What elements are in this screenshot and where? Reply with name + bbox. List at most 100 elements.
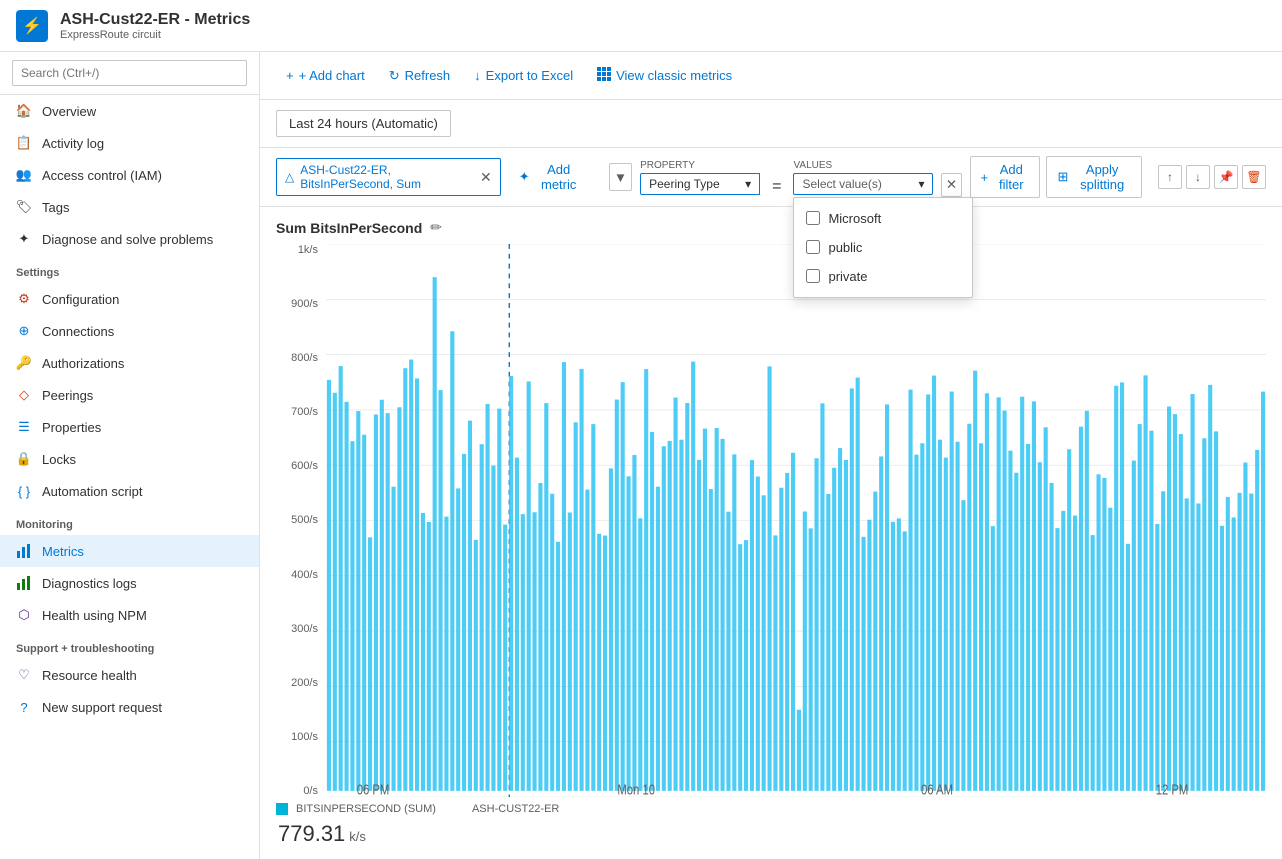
sidebar-item-iam[interactable]: 👥 Access control (IAM)	[0, 159, 259, 191]
sidebar-item-tags[interactable]: 🏷 Tags	[0, 191, 259, 223]
sidebar-item-activity-log[interactable]: 📋 Activity log	[0, 127, 259, 159]
metric-triangle-icon: △	[285, 170, 294, 184]
export-excel-button[interactable]: ↓ Export to Excel	[464, 63, 583, 88]
app-icon: ⚡	[16, 10, 48, 42]
sidebar-search-wrapper	[0, 52, 259, 95]
chart-area: Sum BitsInPerSecond ✏ 1k/s 900/s 800/s 7…	[260, 207, 1282, 859]
filter-bar: Last 24 hours (Automatic)	[260, 100, 1282, 148]
apply-splitting-button[interactable]: ⊞ Apply splitting	[1046, 156, 1142, 198]
search-input[interactable]	[12, 60, 247, 86]
page-subtitle: ExpressRoute circuit	[60, 29, 250, 41]
sidebar-item-label: Metrics	[42, 544, 84, 559]
section-support: Support + troubleshooting	[0, 631, 259, 659]
sidebar-item-diagnostics-logs[interactable]: Diagnostics logs	[0, 567, 259, 599]
export-icon: ↓	[474, 68, 481, 83]
dropdown-item-label: public	[828, 240, 862, 255]
sidebar-item-resource-health[interactable]: ♡ Resource health	[0, 659, 259, 691]
export-label: Export to Excel	[486, 68, 573, 83]
metric-filter-row: △ ASH-Cust22-ER, BitsInPerSecond, Sum ✕ …	[260, 148, 1282, 207]
metrics-icon	[16, 543, 32, 559]
values-dropdown[interactable]: Select value(s) ▾	[793, 173, 933, 195]
chart-delete-button[interactable]: 🗑	[1242, 165, 1266, 189]
add-chart-button[interactable]: + + Add chart	[276, 63, 375, 88]
sidebar-item-connections[interactable]: ⊕ Connections	[0, 315, 259, 347]
legend-series-subtitle: ASH-CUST22-ER	[472, 803, 559, 815]
sidebar-item-diagnose[interactable]: ✦ Diagnose and solve problems	[0, 223, 259, 255]
action-buttons: + Add filter ⊞ Apply splitting	[970, 156, 1142, 198]
public-checkbox[interactable]	[806, 240, 820, 254]
chart-up-button[interactable]: ↑	[1158, 165, 1182, 189]
clear-values-button[interactable]: ✕	[941, 173, 961, 197]
time-range-button[interactable]: Last 24 hours (Automatic)	[276, 110, 451, 137]
connections-icon: ⊕	[16, 323, 32, 339]
metric-tag-close[interactable]: ✕	[480, 169, 492, 186]
dropdown-item-microsoft[interactable]: Microsoft	[794, 204, 972, 233]
y-label-0: 1k/s	[298, 244, 318, 256]
chart-pin-button[interactable]: 📌	[1214, 165, 1238, 189]
sidebar-item-overview[interactable]: 🏠 Overview	[0, 95, 259, 127]
property-value: Peering Type	[649, 177, 720, 191]
sidebar-item-automation[interactable]: { } Automation script	[0, 475, 259, 507]
sidebar-item-locks[interactable]: 🔒 Locks	[0, 443, 259, 475]
y-label-1: 900/s	[291, 298, 318, 310]
chart-title: Sum BitsInPerSecond	[276, 220, 422, 236]
chart-edit-icon[interactable]: ✏	[430, 219, 442, 236]
sidebar-item-label: Access control (IAM)	[42, 168, 162, 183]
sidebar-item-label: Locks	[42, 452, 76, 467]
refresh-button[interactable]: ↻ Refresh	[379, 63, 460, 89]
chart-down-button[interactable]: ↓	[1186, 165, 1210, 189]
main-layout: 🏠 Overview 📋 Activity log 👥 Access contr…	[0, 52, 1282, 859]
y-label-9: 100/s	[291, 731, 318, 743]
app-header: ⚡ ASH-Cust22-ER - Metrics ExpressRoute c…	[0, 0, 1282, 52]
section-settings: Settings	[0, 255, 259, 283]
sidebar-item-support-request[interactable]: ? New support request	[0, 691, 259, 723]
sidebar-item-authorizations[interactable]: 🔑 Authorizations	[0, 347, 259, 379]
y-label-5: 500/s	[291, 514, 318, 526]
chart-svg: 06 PM Mon 10 06 AM 12 PM	[326, 244, 1266, 797]
sidebar-item-label: Resource health	[42, 668, 137, 683]
chart-container: 1k/s 900/s 800/s 700/s 600/s 500/s 400/s…	[276, 244, 1266, 797]
automation-icon: { }	[16, 483, 32, 499]
view-classic-button[interactable]: View classic metrics	[587, 62, 742, 89]
add-chart-icon: +	[286, 68, 294, 83]
chart-legend: BITSINPERSECOND (SUM) ASH-CUST22-ER	[276, 797, 1266, 821]
sidebar-item-metrics[interactable]: Metrics	[0, 535, 259, 567]
sidebar-item-peerings[interactable]: ◇ Peerings	[0, 379, 259, 411]
y-axis: 1k/s 900/s 800/s 700/s 600/s 500/s 400/s…	[276, 244, 326, 797]
add-metric-label: Add metric	[535, 162, 583, 192]
dropdown-item-public[interactable]: public	[794, 233, 972, 262]
y-label-6: 400/s	[291, 569, 318, 581]
dropdown-item-private[interactable]: private	[794, 262, 972, 291]
sidebar-item-configuration[interactable]: ⚙ Configuration	[0, 283, 259, 315]
header-title-group: ASH-Cust22-ER - Metrics ExpressRoute cir…	[60, 11, 250, 41]
time-range-label: Last 24 hours (Automatic)	[289, 116, 438, 131]
sidebar-item-label: Diagnostics logs	[42, 576, 137, 591]
legend-unit: k/s	[349, 829, 366, 844]
values-label: VALUES	[793, 160, 933, 171]
view-classic-label: View classic metrics	[616, 68, 732, 83]
svg-text:Mon 10: Mon 10	[617, 781, 655, 797]
apply-splitting-label: Apply splitting	[1073, 162, 1131, 192]
overview-icon: 🏠	[16, 103, 32, 119]
property-dropdown[interactable]: Peering Type ▾	[640, 173, 760, 195]
microsoft-checkbox[interactable]	[806, 211, 820, 225]
private-checkbox[interactable]	[806, 269, 820, 283]
metric-tag-label: ASH-Cust22-ER, BitsInPerSecond, Sum	[300, 163, 470, 191]
chart-svg-area: 06 PM Mon 10 06 AM 12 PM	[326, 244, 1266, 797]
support-icon: ?	[16, 699, 32, 715]
y-label-2: 800/s	[291, 352, 318, 364]
filter-icon-button[interactable]: ▼	[609, 163, 632, 191]
clear-icon: ✕	[946, 177, 957, 193]
iam-icon: 👥	[16, 167, 32, 183]
log-icon: 📋	[16, 135, 32, 151]
values-chevron-icon: ▾	[918, 177, 924, 191]
auth-icon: 🔑	[16, 355, 32, 371]
health-icon: ⬡	[16, 607, 32, 623]
view-classic-icon	[597, 67, 611, 84]
sidebar-item-properties[interactable]: ☰ Properties	[0, 411, 259, 443]
add-filter-button[interactable]: + Add filter	[970, 156, 1041, 198]
sidebar-item-label: Configuration	[42, 292, 119, 307]
sidebar-item-health-npm[interactable]: ⬡ Health using NPM	[0, 599, 259, 631]
add-metric-button[interactable]: ✦ Add metric	[509, 158, 593, 196]
refresh-icon: ↻	[389, 68, 400, 84]
